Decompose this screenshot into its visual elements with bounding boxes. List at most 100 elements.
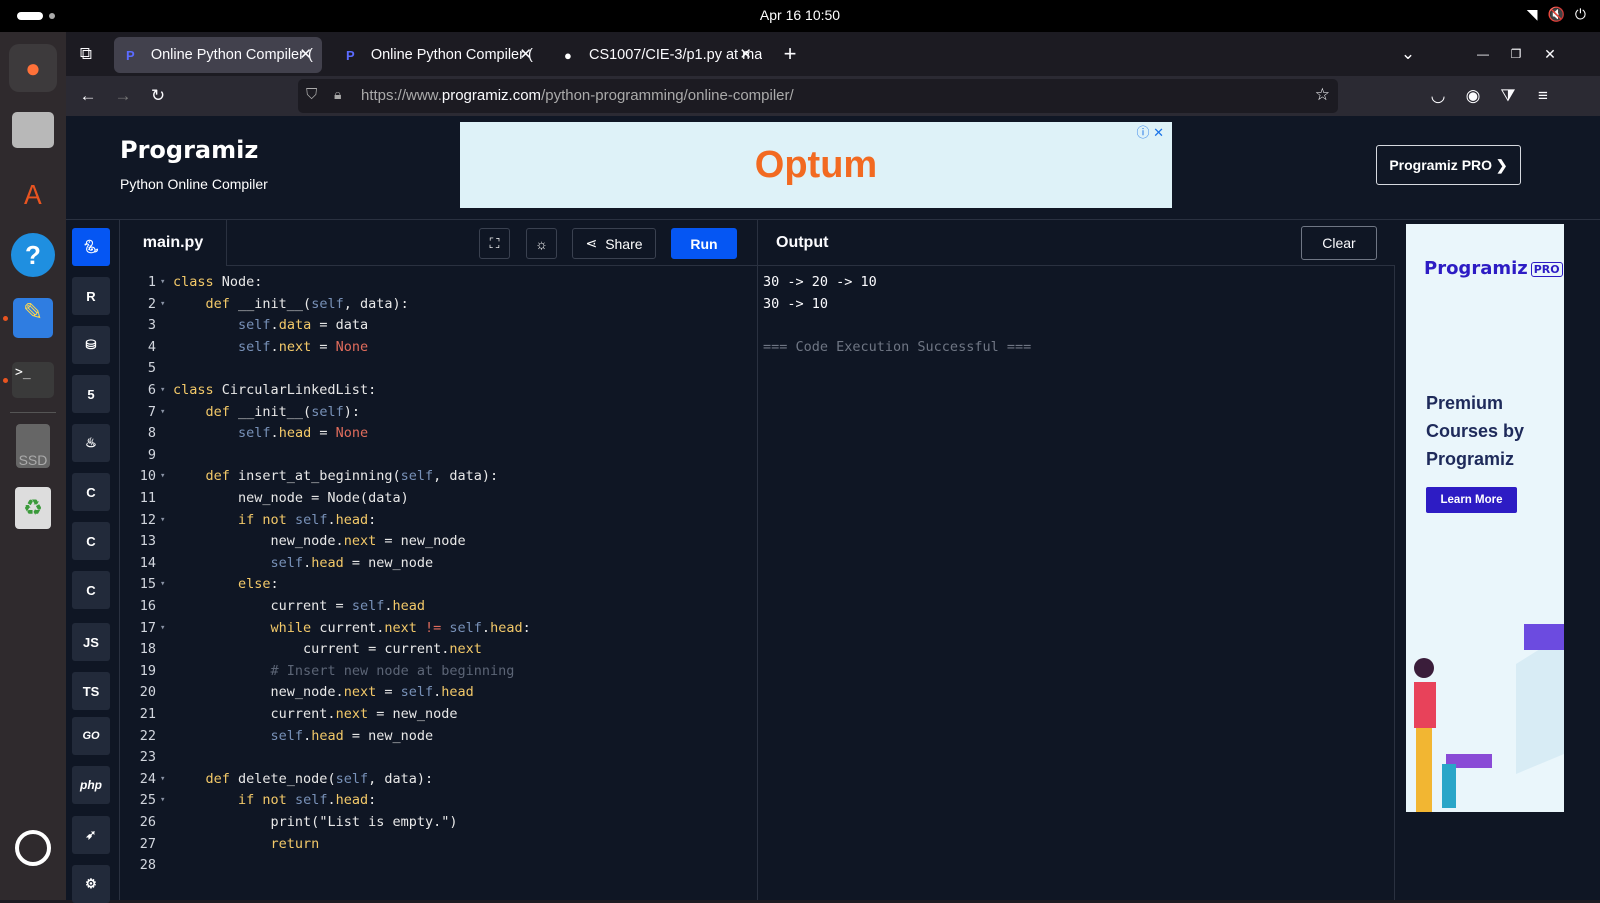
code-line[interactable]: new_node.next = new_node (173, 533, 466, 549)
code-line[interactable]: # Insert new node at beginning (173, 663, 515, 679)
close-tab-icon[interactable]: ✕ (519, 45, 532, 63)
code-line[interactable]: current = current.next (173, 641, 482, 657)
browser-tab-3[interactable]: ● CS1007/CIE-3/p1.py at ma ✕ (552, 37, 762, 73)
lang-php-icon[interactable]: php (72, 766, 110, 804)
lang-c-icon[interactable]: C (72, 473, 110, 511)
wifi-icon[interactable]: ◥ (1527, 6, 1538, 23)
code-line[interactable]: self.next = None (173, 339, 368, 355)
ubuntu-apps-icon[interactable] (9, 824, 57, 872)
menu-icon[interactable]: ≡ (1529, 82, 1557, 110)
back-icon[interactable]: ← (74, 82, 102, 110)
code-line[interactable]: current.next = new_node (173, 706, 458, 722)
learn-more-button[interactable]: Learn More (1426, 487, 1517, 513)
lang-cpp-icon[interactable]: C (72, 522, 110, 560)
extensions-icon[interactable]: ⧩ (1494, 82, 1522, 110)
fold-arrow-icon[interactable]: ▾ (160, 623, 165, 633)
url-text[interactable]: https://www.programiz.com/python-program… (361, 87, 794, 104)
fold-arrow-icon[interactable]: ▾ (160, 407, 165, 417)
firefox-icon[interactable]: ● (9, 44, 57, 92)
code-line[interactable]: self.head = new_node (173, 728, 434, 744)
browser-tab-1[interactable]: P Online Python Compiler ( ✕ (114, 37, 322, 73)
lock-icon[interactable]: 🔒︎ (334, 86, 341, 103)
fullscreen-icon[interactable]: ⛶ (479, 228, 510, 259)
fold-arrow-icon[interactable]: ▾ (160, 277, 165, 287)
fold-arrow-icon[interactable]: ▾ (160, 515, 165, 525)
code-editor[interactable]: 1 ▾ class Node: 2 ▾ def __init__(self, data)… (120, 266, 757, 900)
lang-sql-icon[interactable]: ⛁ (72, 326, 110, 364)
ad-close-icon[interactable]: ⓘ ✕ (1136, 122, 1164, 141)
code-line[interactable]: return (173, 836, 320, 852)
fold-arrow-icon[interactable]: ▾ (160, 774, 165, 784)
account-icon[interactable]: ◉ (1459, 82, 1487, 110)
code-line[interactable]: new_node = Node(data) (173, 490, 409, 506)
programiz-pro-button[interactable]: Programiz PRO ❯ (1376, 145, 1521, 185)
code-line[interactable]: if not self.head: (173, 512, 376, 528)
code-line[interactable]: def delete_node(self, data): (173, 771, 434, 787)
address-bar[interactable]: ⛉ 🔒︎ https://www.programiz.com/python-pr… (298, 79, 1338, 113)
code-line[interactable]: print("List is empty.") (173, 814, 458, 830)
browser-tab-2[interactable]: P Online Python Compiler ( ✕ (334, 37, 542, 73)
fold-arrow-icon[interactable]: ▾ (160, 795, 165, 805)
fold-arrow-icon[interactable]: ▾ (160, 299, 165, 309)
code-line[interactable]: def __init__(self): (173, 404, 360, 420)
lang-ts-icon[interactable]: TS (72, 672, 110, 710)
fold-arrow-icon[interactable]: ▾ (160, 471, 165, 481)
code-line[interactable]: else: (173, 576, 279, 592)
restore-window-icon[interactable]: ❐ (1502, 40, 1530, 68)
volume-muted-icon[interactable]: 🔇 (1547, 6, 1564, 23)
lang-swift-icon[interactable]: ➶ (72, 816, 110, 854)
lang-python-icon[interactable]: 🐍︎ (72, 228, 110, 266)
programiz-logo[interactable]: Programiz (120, 136, 258, 164)
theme-toggle-icon[interactable]: ☼ (526, 228, 557, 259)
clear-button[interactable]: Clear (1301, 226, 1377, 260)
share-button[interactable]: ⋖ Share (572, 228, 656, 259)
file-tab-main-py[interactable]: main.py (120, 220, 227, 266)
code-line[interactable]: new_node.next = self.head (173, 684, 474, 700)
tab-overview-icon[interactable]: ⧉ (72, 40, 100, 68)
tracking-shield-icon[interactable]: ⛉ (306, 86, 317, 103)
code-line[interactable]: class CircularLinkedList: (173, 382, 376, 398)
lang-go-icon[interactable]: GO (72, 717, 110, 755)
lang-rust-icon[interactable]: ⚙ (72, 865, 110, 903)
trash-icon[interactable]: ♻ (9, 484, 57, 532)
power-icon[interactable]: ⏻ (1575, 6, 1586, 23)
lang-js-icon[interactable]: JS (72, 623, 110, 661)
close-tab-icon[interactable]: ✕ (739, 45, 752, 63)
close-window-icon[interactable]: ✕ (1536, 40, 1564, 68)
minimize-window-icon[interactable]: — (1469, 40, 1497, 68)
ssd-drive-icon[interactable]: SSD (9, 422, 57, 470)
code-line[interactable]: class Node: (173, 274, 262, 290)
terminal-icon[interactable]: >_ (9, 356, 57, 404)
app-center-icon[interactable]: Ａ (9, 169, 57, 217)
system-clock[interactable]: Apr 16 10:50 (0, 7, 1600, 23)
top-banner-ad[interactable]: Optum ⓘ ✕ (460, 122, 1172, 208)
reload-icon[interactable]: ↻ (144, 82, 172, 110)
code-line[interactable]: current = self.head (173, 598, 425, 614)
forward-icon[interactable]: → (109, 82, 137, 110)
list-tabs-icon[interactable]: ⌄ (1394, 40, 1422, 68)
close-tab-icon[interactable]: ✕ (299, 45, 312, 63)
code-line[interactable]: self.head = None (173, 425, 368, 441)
system-tray[interactable]: ◥ 🔇 ⏻ (1527, 6, 1586, 23)
code-line[interactable]: def __init__(self, data): (173, 296, 409, 312)
code-line[interactable]: while current.next != self.head: (173, 620, 531, 636)
side-ad[interactable]: Programiz PRO Premium Courses by Programi… (1406, 224, 1564, 812)
lang-html-icon[interactable]: 5 (72, 375, 110, 413)
code-line[interactable]: def insert_at_beginning(self, data): (173, 468, 499, 484)
bookmark-star-icon[interactable]: ☆ (1315, 85, 1330, 105)
lang-r-icon[interactable]: R (72, 277, 110, 315)
fold-arrow-icon[interactable]: ▾ (160, 385, 165, 395)
new-tab-icon[interactable]: + (776, 40, 804, 68)
lang-java-icon[interactable]: ♨ (72, 424, 110, 462)
code-line[interactable]: self.data = data (173, 317, 368, 333)
output-console[interactable]: 30 -> 20 -> 10 30 -> 10 === Code Execution… (757, 266, 1395, 900)
lang-csharp-icon[interactable]: C (72, 571, 110, 609)
files-icon[interactable] (9, 106, 57, 154)
code-line[interactable]: if not self.head: (173, 792, 376, 808)
fold-arrow-icon[interactable]: ▾ (160, 579, 165, 589)
code-line[interactable]: self.head = new_node (173, 555, 434, 571)
help-icon[interactable]: ? (9, 231, 57, 279)
run-button[interactable]: Run (671, 228, 737, 259)
text-editor-icon[interactable]: ✎ (9, 294, 57, 342)
pocket-icon[interactable]: ◡ (1424, 82, 1452, 110)
